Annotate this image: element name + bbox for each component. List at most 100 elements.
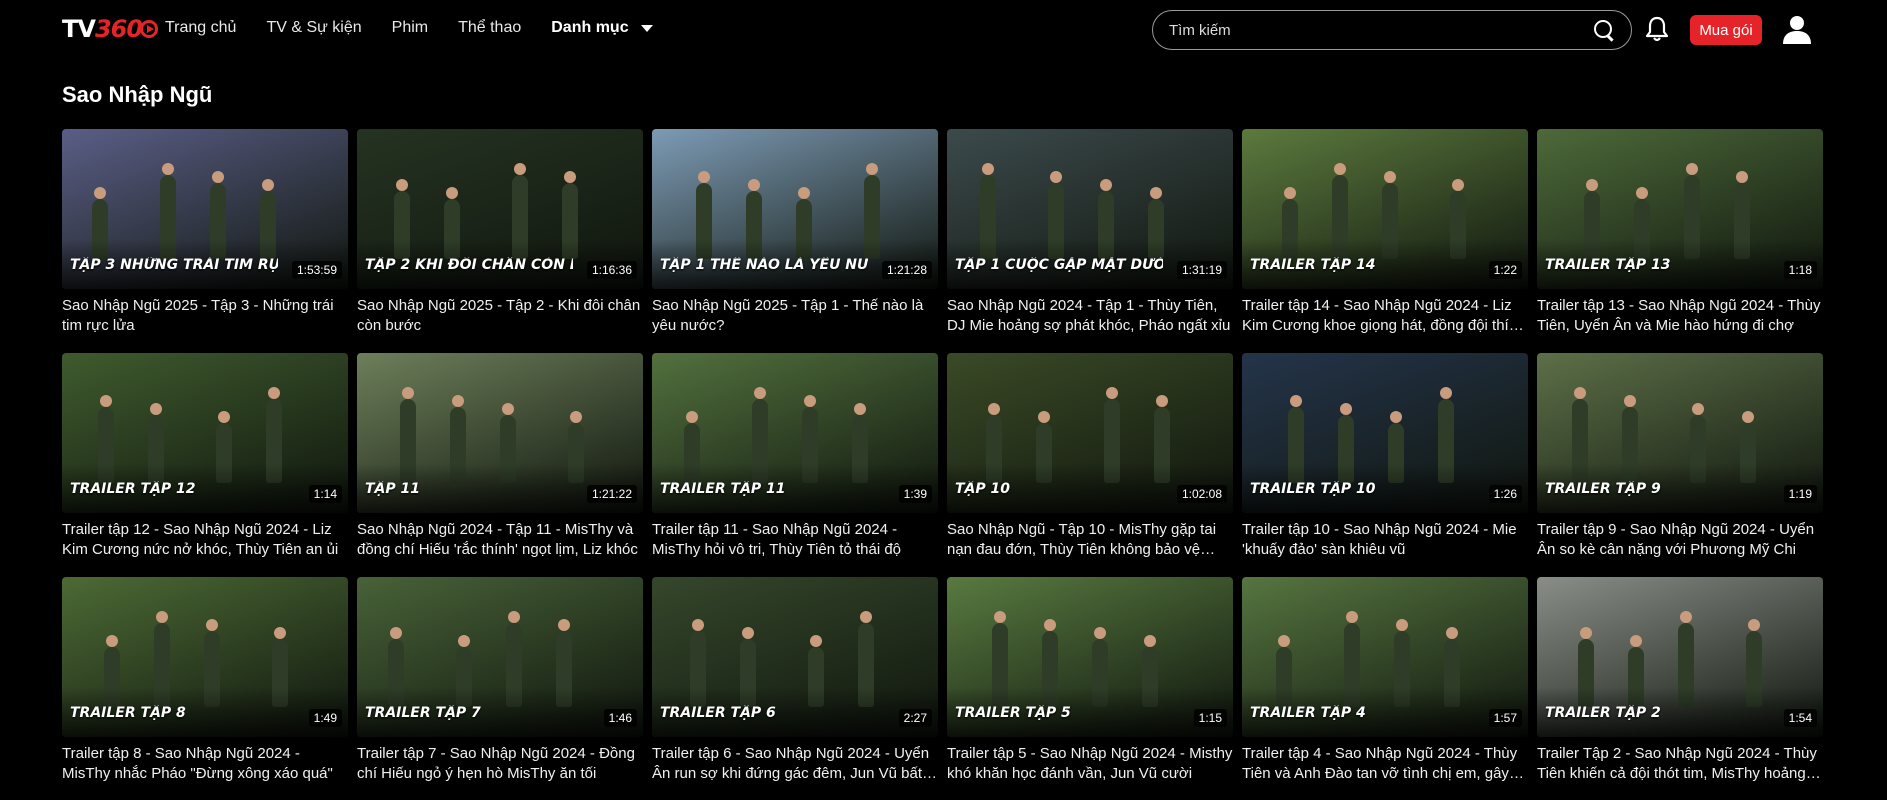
video-card[interactable]: TẬP 1 CUỘC GẶP MẶT DƯỚI MƯA 1:31:19 Sao Nh…: [947, 129, 1233, 336]
duration-badge: 1:31:19: [1176, 261, 1227, 279]
video-card[interactable]: TRAILER TẬP 9 1:19 Trailer tập 9 - Sao Nhậ…: [1537, 353, 1823, 560]
video-thumbnail[interactable]: TRAILER TẬP 13 1:18: [1537, 129, 1823, 289]
video-thumbnail[interactable]: TRAILER TẬP 5 1:15: [947, 577, 1233, 737]
video-card[interactable]: TRAILER TẬP 6 2:27 Trailer tập 6 - Sao Nhậ…: [652, 577, 938, 784]
bell-icon[interactable]: [1644, 15, 1670, 43]
duration-badge: 1:53:59: [291, 261, 342, 279]
video-card[interactable]: TRAILER TẬP 11 1:39 Trailer tập 11 - Sao N…: [652, 353, 938, 560]
video-title[interactable]: Trailer tập 10 - Sao Nhập Ngũ 2024 - Mie…: [1242, 520, 1528, 560]
video-card[interactable]: TẬP 11 1:21:22 Sao Nhập Ngũ 2024 - Tập 11 …: [357, 353, 643, 560]
nav-sports[interactable]: Thể thao: [458, 19, 521, 37]
thumbnail-episode-label: TRAILER TẬP 11: [660, 481, 786, 497]
video-title[interactable]: Trailer tập 6 - Sao Nhập Ngũ 2024 - Uyển…: [652, 744, 938, 784]
video-card[interactable]: TẬP 2 KHI ĐÔI CHÂN CÒN BƯỚC 1:16:36 Sao Nh…: [357, 129, 643, 336]
video-title[interactable]: Sao Nhập Ngũ - Tập 10 - MisThy gặp tai n…: [947, 520, 1233, 560]
video-thumbnail[interactable]: TRAILER TẬP 6 2:27: [652, 577, 938, 737]
nav-tv-events[interactable]: TV & Sự kiện: [266, 19, 361, 37]
buy-package-button[interactable]: Mua gói: [1690, 15, 1762, 45]
video-grid: TẬP 3 NHỮNG TRÁI TIM RỰC LỬA 1:53:59 Sao N…: [62, 129, 1823, 784]
video-title[interactable]: Trailer tập 4 - Sao Nhập Ngũ 2024 - Thùy…: [1242, 744, 1528, 784]
duration-badge: 1:21:28: [881, 261, 932, 279]
search-icon[interactable]: [1593, 19, 1615, 41]
video-title[interactable]: Sao Nhập Ngũ 2025 - Tập 3 - Những trái t…: [62, 296, 348, 336]
video-card[interactable]: TRAILER TẬP 13 1:18 Trailer tập 13 - Sao N…: [1537, 129, 1823, 336]
video-card[interactable]: TRAILER TẬP 12 1:14 Trailer tập 12 - Sao N…: [62, 353, 348, 560]
video-title[interactable]: Sao Nhập Ngũ 2025 - Tập 1 - Thế nào là y…: [652, 296, 938, 336]
video-card[interactable]: TRAILER TẬP 10 1:26 Trailer tập 10 - Sao N…: [1242, 353, 1528, 560]
search-input[interactable]: [1169, 21, 1593, 39]
video-title[interactable]: Trailer tập 14 - Sao Nhập Ngũ 2024 - Liz…: [1242, 296, 1528, 336]
video-card[interactable]: TẬP 10 1:02:08 Sao Nhập Ngũ - Tập 10 - Mis…: [947, 353, 1233, 560]
caret-down-icon: [640, 24, 653, 32]
video-title[interactable]: Trailer tập 11 - Sao Nhập Ngũ 2024 - Mis…: [652, 520, 938, 560]
video-title[interactable]: Sao Nhập Ngũ 2024 - Tập 11 - MisThy và đ…: [357, 520, 643, 560]
nav-home[interactable]: Trang chủ: [165, 19, 236, 37]
thumbnail-episode-label: TẬP 1 CUỘC GẶP MẶT DƯỚI MƯA: [955, 257, 1163, 273]
video-card[interactable]: TRAILER TẬP 4 1:57 Trailer tập 4 - Sao Nhậ…: [1242, 577, 1528, 784]
video-card[interactable]: TRAILER TẬP 14 1:22 Trailer tập 14 - Sao N…: [1242, 129, 1528, 336]
video-thumbnail[interactable]: TRAILER TẬP 9 1:19: [1537, 353, 1823, 513]
duration-badge: 1:57: [1488, 709, 1522, 727]
thumbnail-episode-label: TẬP 3 NHỮNG TRÁI TIM RỰC LỬA: [70, 257, 278, 273]
thumbnail-episode-label: TRAILER TẬP 9: [1545, 481, 1661, 497]
nav-categories-label: Danh mục: [551, 19, 629, 36]
video-title[interactable]: Trailer tập 13 - Sao Nhập Ngũ 2024 - Thù…: [1537, 296, 1823, 336]
video-title[interactable]: Sao Nhập Ngũ 2024 - Tập 1 - Thùy Tiên, D…: [947, 296, 1233, 336]
thumbnail-episode-label: TẬP 1 THẾ NÀO LÀ YÊU NƯỚC?: [660, 257, 868, 273]
thumbnail-episode-label: TẬP 11: [365, 481, 421, 497]
video-card[interactable]: TẬP 3 NHỮNG TRÁI TIM RỰC LỬA 1:53:59 Sao N…: [62, 129, 348, 336]
thumbnail-episode-label: TRAILER TẬP 10: [1250, 481, 1376, 497]
thumbnail-episode-label: TRAILER TẬP 2: [1545, 705, 1661, 721]
video-title[interactable]: Trailer tập 12 - Sao Nhập Ngũ 2024 - Liz…: [62, 520, 348, 560]
video-title[interactable]: Trailer tập 5 - Sao Nhập Ngũ 2024 - Mist…: [947, 744, 1233, 784]
video-thumbnail[interactable]: TRAILER TẬP 4 1:57: [1242, 577, 1528, 737]
search-box: [1152, 10, 1632, 50]
thumbnail-episode-label: TRAILER TẬP 13: [1545, 257, 1671, 273]
top-header: TV360 Trang chủ TV & Sự kiện Phim Thể th…: [0, 0, 1887, 58]
video-thumbnail[interactable]: TRAILER TẬP 11 1:39: [652, 353, 938, 513]
duration-badge: 1:54: [1783, 709, 1817, 727]
duration-badge: 1:14: [308, 485, 342, 503]
video-thumbnail[interactable]: TẬP 3 NHỮNG TRÁI TIM RỰC LỬA 1:53:59: [62, 129, 348, 289]
duration-badge: 1:26: [1488, 485, 1522, 503]
video-card[interactable]: TRAILER TẬP 7 1:46 Trailer tập 7 - Sao Nhậ…: [357, 577, 643, 784]
video-title[interactable]: Trailer tập 9 - Sao Nhập Ngũ 2024 - Uyển…: [1537, 520, 1823, 560]
video-thumbnail[interactable]: TRAILER TẬP 8 1:49: [62, 577, 348, 737]
duration-badge: 1:18: [1783, 261, 1817, 279]
video-card[interactable]: TRAILER TẬP 8 1:49 Trailer tập 8 - Sao Nhậ…: [62, 577, 348, 784]
video-thumbnail[interactable]: TẬP 10 1:02:08: [947, 353, 1233, 513]
thumbnail-episode-label: TRAILER TẬP 5: [955, 705, 1071, 721]
video-thumbnail[interactable]: TRAILER TẬP 12 1:14: [62, 353, 348, 513]
video-card[interactable]: TRAILER TẬP 2 1:54 Trailer Tập 2 - Sao Nhậ…: [1537, 577, 1823, 784]
video-title[interactable]: Sao Nhập Ngũ 2025 - Tập 2 - Khi đôi chân…: [357, 296, 643, 336]
video-thumbnail[interactable]: TẬP 11 1:21:22: [357, 353, 643, 513]
video-card[interactable]: TRAILER TẬP 5 1:15 Trailer tập 5 - Sao Nhậ…: [947, 577, 1233, 784]
duration-badge: 1:16:36: [586, 261, 637, 279]
tv360-logo[interactable]: TV360: [62, 14, 159, 44]
video-thumbnail[interactable]: TRAILER TẬP 10 1:26: [1242, 353, 1528, 513]
video-thumbnail[interactable]: TẬP 2 KHI ĐÔI CHÂN CÒN BƯỚC 1:16:36: [357, 129, 643, 289]
duration-badge: 1:49: [308, 709, 342, 727]
duration-badge: 1:22: [1488, 261, 1522, 279]
video-thumbnail[interactable]: TRAILER TẬP 14 1:22: [1242, 129, 1528, 289]
duration-badge: 1:46: [603, 709, 637, 727]
thumbnail-episode-label: TRAILER TẬP 12: [70, 481, 196, 497]
duration-badge: 1:39: [898, 485, 932, 503]
video-thumbnail[interactable]: TẬP 1 THẾ NÀO LÀ YÊU NƯỚC? 1:21:28: [652, 129, 938, 289]
thumbnail-episode-label: TẬP 10: [955, 481, 1011, 497]
logo-tv-text: TV: [62, 15, 96, 43]
video-thumbnail[interactable]: TẬP 1 CUỘC GẶP MẶT DƯỚI MƯA 1:31:19: [947, 129, 1233, 289]
user-avatar-icon[interactable]: [1781, 13, 1813, 45]
thumbnail-episode-label: TRAILER TẬP 7: [365, 705, 481, 721]
video-thumbnail[interactable]: TRAILER TẬP 2 1:54: [1537, 577, 1823, 737]
play-circle-icon: [140, 20, 159, 38]
nav-movies[interactable]: Phim: [392, 19, 428, 37]
main-nav: Trang chủ TV & Sự kiện Phim Thể thao Dan…: [165, 19, 683, 37]
nav-categories-dropdown[interactable]: Danh mục: [551, 19, 653, 37]
video-title[interactable]: Trailer tập 8 - Sao Nhập Ngũ 2024 - MisT…: [62, 744, 348, 784]
video-card[interactable]: TẬP 1 THẾ NÀO LÀ YÊU NƯỚC? 1:21:28 Sao Nhậ…: [652, 129, 938, 336]
thumbnail-episode-label: TRAILER TẬP 6: [660, 705, 776, 721]
video-title[interactable]: Trailer tập 7 - Sao Nhập Ngũ 2024 - Đồng…: [357, 744, 643, 784]
video-thumbnail[interactable]: TRAILER TẬP 7 1:46: [357, 577, 643, 737]
video-title[interactable]: Trailer Tập 2 - Sao Nhập Ngũ 2024 - Thùy…: [1537, 744, 1823, 784]
